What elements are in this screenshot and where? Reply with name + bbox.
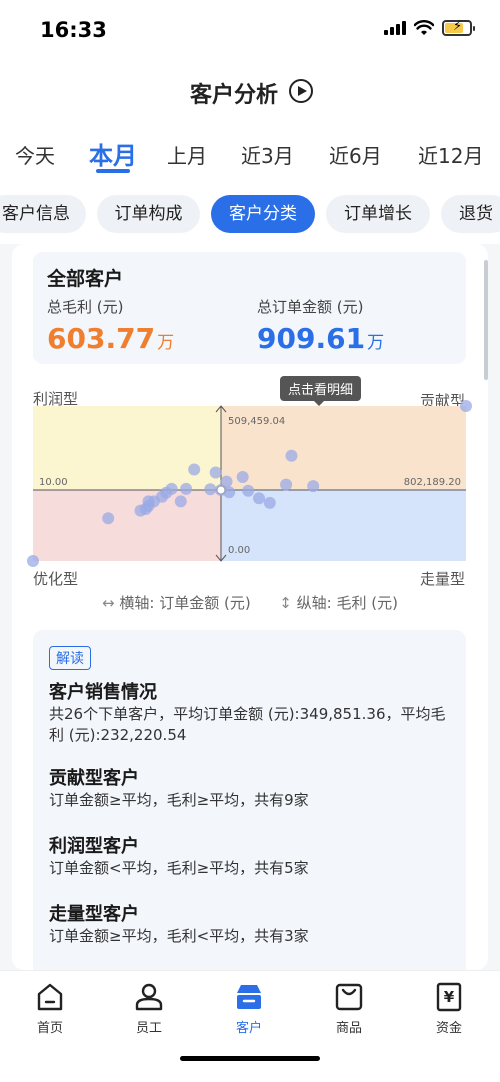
order-amount-label: 总订单金额 (元): [257, 298, 364, 316]
order-amount-value: 909.61 万: [257, 322, 385, 355]
section-text-sales: 共26个下单客户，平均订单金额 (元):349,851.36，平均毛利 (元):…: [49, 705, 446, 744]
status-time: 16:33: [40, 18, 107, 42]
yen-icon: ¥: [433, 981, 465, 1013]
scatter-point[interactable]: [253, 492, 265, 505]
nav-label-funds: 资金: [435, 1021, 462, 1036]
scatter-point[interactable]: [188, 463, 201, 476]
chip-order-composition[interactable]: 订单构成: [97, 195, 200, 233]
signal-icon: [384, 21, 406, 35]
battery-icon: ⚡: [442, 19, 475, 36]
scatter-point[interactable]: [242, 484, 255, 497]
customer-icon: [233, 981, 265, 1013]
section-title-volume: 走量型客户: [49, 904, 139, 925]
svg-text:¥: ¥: [444, 988, 455, 1006]
section-text-volume: 订单金额≥平均，毛利<平均，共有3家: [49, 927, 309, 945]
scatter-point[interactable]: [307, 480, 320, 493]
person-icon: [133, 981, 165, 1013]
section-title-sales: 客户销售情况: [49, 682, 157, 703]
category-chips: 客户信息 订单构成 客户分类 订单增长 退货: [0, 184, 500, 244]
summary-title: 全部客户: [47, 268, 124, 290]
chip-customer-info[interactable]: 客户信息: [0, 195, 86, 233]
period-tabs: 今天 本月 上月 近3月 近6月 近12月: [0, 120, 500, 184]
gross-profit-value: 603.77 万: [47, 322, 175, 355]
play-icon[interactable]: [289, 79, 313, 103]
scatter-point[interactable]: [280, 478, 293, 491]
nav-funds[interactable]: ¥ 资金: [414, 981, 484, 1036]
page-title: 客户分析: [190, 83, 279, 108]
nav-staff[interactable]: 员工: [114, 981, 184, 1036]
y-tick-min: 0.00: [228, 545, 250, 556]
scatter-point[interactable]: [204, 483, 217, 496]
active-tab-underline: [96, 169, 130, 173]
interpretation-card: 解读 客户销售情况 共26个下单客户，平均订单金额 (元):349,851.36…: [33, 630, 466, 970]
summary-card: 全部客户 总毛利 (元) 603.77 万 总订单金额 (元) 909.61 万: [33, 252, 466, 364]
axis-legend-x: 横轴: 订单金额 (元): [119, 594, 251, 612]
scatter-point[interactable]: [263, 496, 276, 509]
quadrant-bg-optimize: [33, 490, 221, 561]
chip-customer-category[interactable]: 客户分类: [211, 195, 315, 233]
center-point: [216, 485, 226, 495]
x-tick-max: 802,189.20: [404, 477, 461, 488]
chip-returns[interactable]: 退货: [441, 195, 500, 233]
home-icon: [34, 981, 66, 1013]
tab-this-month[interactable]: 本月: [89, 136, 137, 171]
scatter-point[interactable]: [460, 400, 472, 412]
horizontal-arrow-icon: ↔: [102, 594, 115, 612]
section-title-contribution: 贡献型客户: [49, 768, 139, 789]
tab-last-month[interactable]: 上月: [167, 140, 207, 169]
nav-label-staff: 员工: [135, 1021, 162, 1036]
axis-legend: ↔ 横轴: 订单金额 (元) ↕ 纵轴: 毛利 (元): [12, 592, 488, 613]
wifi-icon: [414, 20, 434, 35]
nav-label-customer: 客户: [235, 1021, 262, 1036]
section-title-profit: 利润型客户: [49, 836, 139, 857]
axis-legend-y: 纵轴: 毛利 (元): [296, 594, 398, 612]
status-icons: ⚡: [384, 19, 475, 36]
bottom-nav: 首页 员工 客户 商品 ¥ 资金: [0, 970, 500, 1082]
x-tick-min: 10.00: [39, 477, 68, 488]
scatter-point[interactable]: [102, 512, 115, 525]
interpretation-badge: 解读: [49, 646, 91, 670]
scatter-point[interactable]: [236, 471, 249, 483]
scatter-point[interactable]: [174, 495, 187, 508]
nav-customer[interactable]: 客户: [214, 981, 284, 1036]
home-indicator: [180, 1056, 320, 1061]
scatter-point[interactable]: [180, 482, 193, 495]
scrollbar[interactable]: [484, 260, 488, 380]
nav-label-goods: 商品: [335, 1021, 362, 1036]
scatter-point[interactable]: [209, 466, 222, 479]
shopping-bag-icon: [333, 981, 365, 1013]
scatter-point[interactable]: [285, 449, 298, 462]
section-text-profit: 订单金额<平均，毛利≥平均，共有5家: [49, 859, 309, 877]
scatter-point[interactable]: [27, 555, 39, 567]
section-text-contribution: 订单金额≥平均，毛利≥平均，共有9家: [49, 791, 309, 809]
vertical-arrow-icon: ↕: [279, 594, 292, 612]
content-card: 全部客户 总毛利 (元) 603.77 万 总订单金额 (元) 909.61 万 利…: [12, 244, 488, 970]
tab-today[interactable]: 今天: [15, 140, 55, 169]
gross-profit-label: 总毛利 (元): [47, 298, 124, 316]
quadrant-chart[interactable]: 利润型 贡献型 优化型 走量型 点击看明细 509,459.04 0.00 10…: [12, 376, 488, 616]
y-tick-max: 509,459.04: [228, 416, 285, 427]
nav-goods[interactable]: 商品: [314, 981, 384, 1036]
scatter-point[interactable]: [139, 503, 152, 515]
nav-home[interactable]: 首页: [15, 981, 85, 1036]
nav-label-home: 首页: [36, 1021, 63, 1036]
quadrant-plot[interactable]: 509,459.04 0.00 10.00 802,189.20: [12, 376, 488, 616]
tab-last-12-months[interactable]: 近12月: [418, 140, 483, 169]
tab-last-6-months[interactable]: 近6月: [329, 140, 382, 169]
page-header: 客户分析: [0, 60, 500, 120]
tab-last-3-months[interactable]: 近3月: [241, 140, 294, 169]
status-bar: 16:33 ⚡: [0, 0, 500, 60]
chip-order-growth[interactable]: 订单增长: [326, 195, 430, 233]
